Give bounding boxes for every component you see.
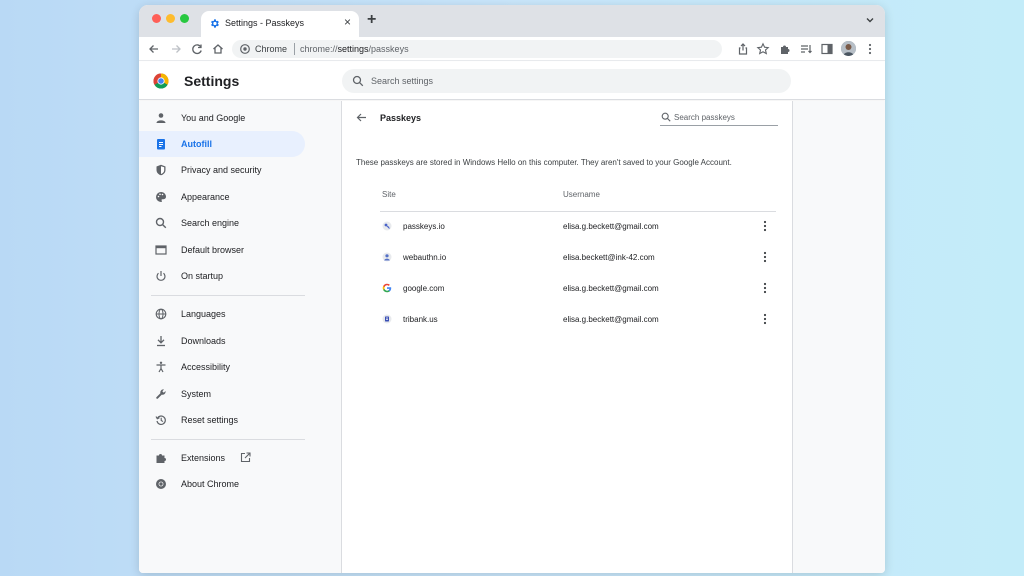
sidebar-item-languages[interactable]: Languages <box>139 301 305 327</box>
search-icon <box>661 112 671 122</box>
maximize-window-button[interactable] <box>180 14 189 23</box>
bank-site-icon <box>382 314 392 324</box>
more-vert-icon[interactable] <box>760 282 770 294</box>
sidebar-item-privacy[interactable]: Privacy and security <box>139 157 305 183</box>
sidebar-item-you-and-google[interactable]: You and Google <box>139 105 305 131</box>
table-row: webauthn.io elisa.beckett@ink-42.com <box>380 242 776 273</box>
passkey-username: elisa.g.beckett@gmail.com <box>563 315 659 324</box>
sidebar-item-appearance[interactable]: Appearance <box>139 184 305 210</box>
chevron-down-icon[interactable] <box>865 15 875 25</box>
site-label: Chrome <box>255 44 288 54</box>
toolbar: Chrome chrome://settings/passkeys <box>139 37 885 61</box>
sidebar-item-search-engine[interactable]: Search engine <box>139 210 305 236</box>
sidebar-item-accessibility[interactable]: Accessibility <box>139 354 305 380</box>
sidebar-divider <box>151 439 305 440</box>
more-vert-icon[interactable] <box>760 251 770 263</box>
person-icon <box>156 113 166 123</box>
sidebar-item-default-browser[interactable]: Default browser <box>139 237 305 263</box>
page-title: Settings <box>184 73 240 89</box>
minimize-window-button[interactable] <box>166 14 175 23</box>
avatar[interactable] <box>841 41 856 56</box>
passkey-username: elisa.g.beckett@gmail.com <box>563 284 659 293</box>
more-vert-icon[interactable] <box>863 42 877 56</box>
sidebar-item-on-startup[interactable]: On startup <box>139 263 305 289</box>
column-header-username: Username <box>563 190 600 199</box>
sidebar-item-system[interactable]: System <box>139 381 305 407</box>
clipboard-icon <box>157 139 165 150</box>
more-vert-icon[interactable] <box>760 313 770 325</box>
sidebar-item-about-chrome[interactable]: About Chrome <box>139 471 305 497</box>
power-icon <box>156 271 166 281</box>
gear-icon <box>211 19 219 28</box>
history-icon <box>155 415 166 425</box>
more-vert-icon[interactable] <box>760 220 770 232</box>
omnibox-separator <box>294 43 295 55</box>
forward-arrow-icon[interactable] <box>169 42 183 56</box>
settings-search-placeholder: Search settings <box>371 76 434 86</box>
settings-search-input[interactable]: Search settings <box>342 69 791 93</box>
share-icon[interactable] <box>736 42 750 56</box>
sidebar: You and Google Autofill Privacy and secu… <box>139 101 339 573</box>
address-bar[interactable]: Chrome chrome://settings/passkeys <box>232 40 722 58</box>
new-tab-button[interactable]: + <box>367 12 376 28</box>
back-arrow-icon[interactable] <box>356 112 367 123</box>
column-header-site: Site <box>382 190 396 199</box>
reload-icon[interactable] <box>190 42 204 56</box>
passkey-site: passkeys.io <box>403 222 445 231</box>
accessibility-icon <box>156 361 166 373</box>
wrench-icon <box>156 389 166 399</box>
browser-icon <box>155 245 167 255</box>
passkey-username: elisa.g.beckett@gmail.com <box>563 222 659 231</box>
search-icon <box>155 217 167 229</box>
search-icon <box>352 75 364 87</box>
passkeys-title: Passkeys <box>380 113 422 123</box>
back-arrow-icon[interactable] <box>147 42 161 56</box>
google-g-icon <box>382 283 392 293</box>
table-row: tribank.us elisa.g.beckett@gmail.com <box>380 304 776 335</box>
url-text[interactable]: chrome://settings/passkeys <box>300 44 409 54</box>
passkey-username: elisa.beckett@ink-42.com <box>563 253 655 262</box>
home-icon[interactable] <box>211 42 225 56</box>
passkeys-card: Passkeys Search passkeys These passkeys … <box>341 101 793 573</box>
tab-strip: Settings - Passkeys × + <box>139 5 885 37</box>
shield-icon <box>156 164 166 176</box>
palette-icon <box>156 192 166 202</box>
passkey-site: webauthn.io <box>403 253 447 262</box>
puzzle-icon[interactable] <box>778 42 792 56</box>
sidebar-item-reset-settings[interactable]: Reset settings <box>139 407 305 433</box>
passkeys-search-placeholder: Search passkeys <box>674 113 735 122</box>
tab-settings[interactable]: Settings - Passkeys × <box>201 11 359 37</box>
settings-header: Settings Search settings <box>139 62 885 100</box>
bookmark-star-icon[interactable] <box>756 42 770 56</box>
table-row: passkeys.io elisa.g.beckett@gmail.com <box>380 211 776 242</box>
chrome-icon[interactable] <box>240 44 250 54</box>
table-row: google.com elisa.g.beckett@gmail.com <box>380 273 776 304</box>
passkeys-search-input[interactable]: Search passkeys <box>660 109 778 126</box>
side-panel-icon[interactable] <box>820 42 834 56</box>
sidebar-item-extensions[interactable]: Extensions <box>139 445 305 471</box>
globe-icon <box>155 308 167 320</box>
puzzle-icon <box>156 454 166 463</box>
tab-title: Settings - Passkeys <box>225 18 305 28</box>
sidebar-item-autofill[interactable]: Autofill <box>139 131 305 157</box>
sidebar-item-downloads[interactable]: Downloads <box>139 328 305 354</box>
open-in-new-icon[interactable] <box>240 452 251 463</box>
passkey-site: tribank.us <box>403 315 438 324</box>
chrome-icon <box>156 479 166 489</box>
passkey-site: google.com <box>403 284 445 293</box>
chrome-logo-icon <box>153 73 169 89</box>
passkeys-description: These passkeys are stored in Windows Hel… <box>356 158 732 167</box>
browser-window: Settings - Passkeys × + Chrome chrome://… <box>139 5 885 573</box>
main-content: Passkeys Search passkeys These passkeys … <box>339 101 885 573</box>
passkey-site-icon <box>382 221 392 231</box>
download-icon <box>157 336 165 347</box>
close-window-button[interactable] <box>152 14 161 23</box>
webauthn-site-icon <box>382 252 392 262</box>
close-tab-button[interactable]: × <box>344 16 351 28</box>
sidebar-divider <box>151 295 305 296</box>
reading-list-icon[interactable] <box>799 42 813 56</box>
